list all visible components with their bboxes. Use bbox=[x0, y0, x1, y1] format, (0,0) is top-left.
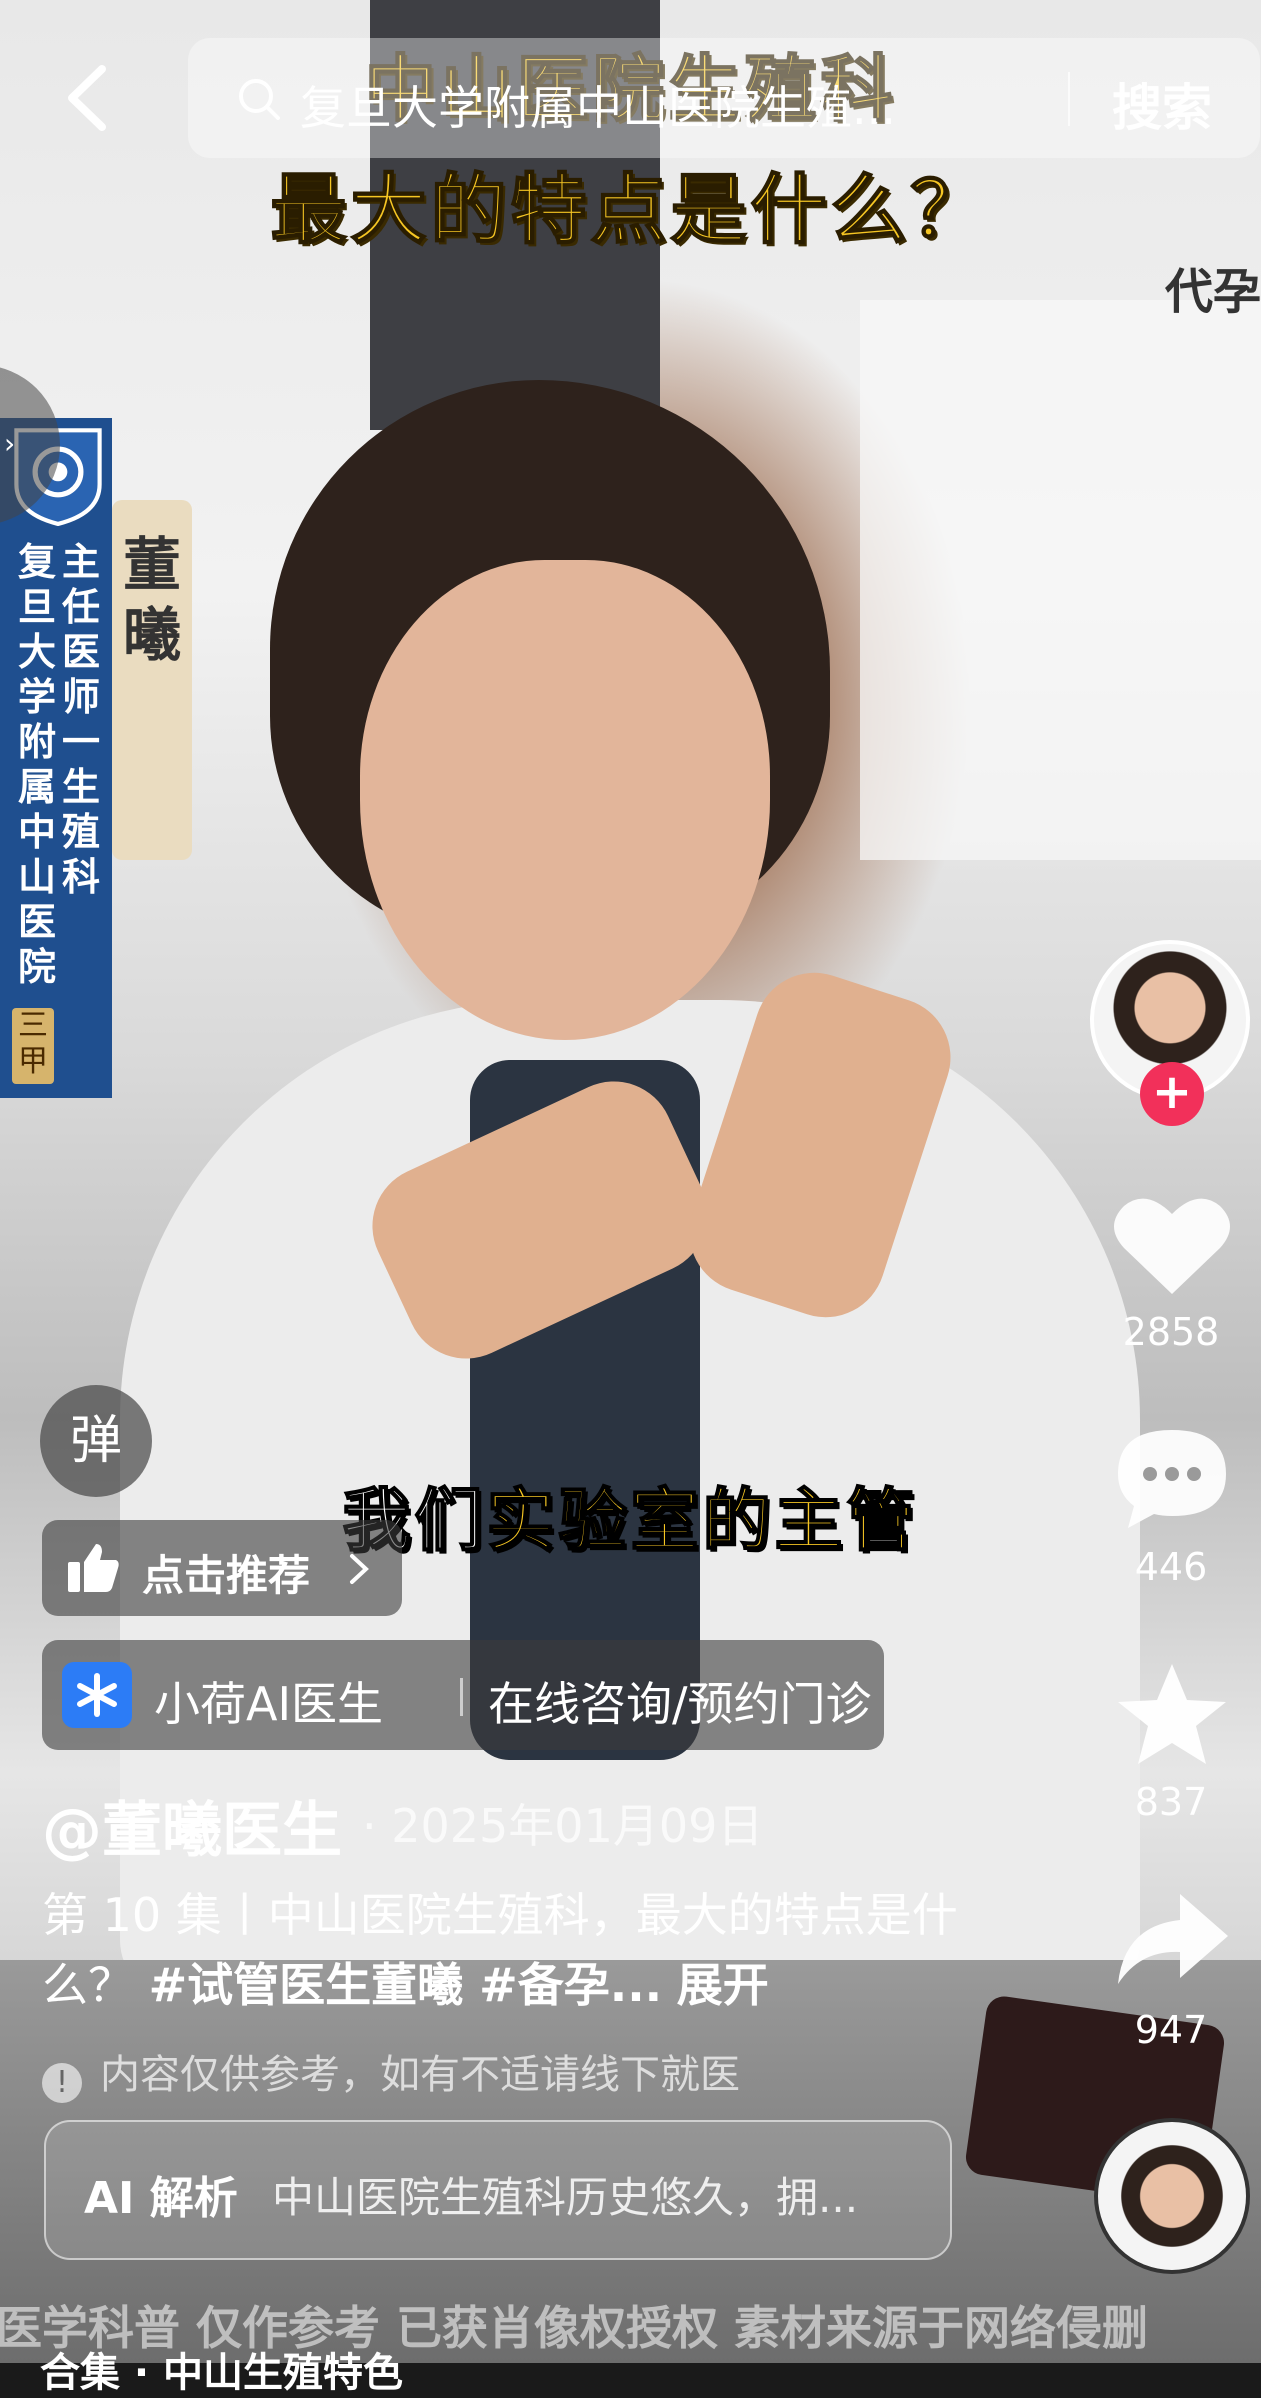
search-icon bbox=[239, 79, 280, 120]
chevron-right-icon bbox=[350, 1554, 369, 1584]
share-count: 947 bbox=[1134, 2008, 1208, 2052]
chevron-right-icon: › bbox=[4, 427, 16, 460]
recommend-label: 点击推荐 bbox=[142, 1551, 311, 1600]
disclaimer: ! 内容仅供参考，如有不适请线下就医 bbox=[42, 2042, 740, 2103]
recommend-button[interactable]: 点击推荐 bbox=[42, 1520, 402, 1616]
share-icon[interactable] bbox=[1110, 1886, 1234, 1996]
like-count: 2858 bbox=[1122, 1310, 1220, 1354]
ai-doctor-banner[interactable]: 小荷AI医生 在线咨询/预约门诊 bbox=[42, 1640, 884, 1750]
background-window bbox=[860, 300, 1261, 860]
heart-icon[interactable] bbox=[1110, 1190, 1234, 1300]
subtitle-yellow: 实验室的主管 bbox=[485, 1481, 919, 1562]
favorite-count: 837 bbox=[1134, 1780, 1208, 1824]
hospital-institution-text: 复旦大学附属中山医院 bbox=[17, 540, 56, 989]
ai-analysis-text: 中山医院生殖科历史悠久，拥... bbox=[272, 2173, 859, 2222]
search-divider bbox=[1068, 72, 1070, 126]
doctor-title-text: 主任医师一生殖科 bbox=[61, 540, 100, 899]
doctor-face bbox=[360, 560, 770, 1040]
video-description[interactable]: 第 10 集丨中山医院生殖科，最大的特点是什么？ #试管医生董曦 #备孕... … bbox=[42, 1880, 972, 2020]
author-name[interactable]: @董曦医生 bbox=[42, 1782, 342, 1869]
disclaimer-text: 内容仅供参考，如有不适请线下就医 bbox=[100, 2052, 740, 2098]
description-tags[interactable]: #试管医生董曦 #备孕... bbox=[149, 1958, 663, 2012]
search-input[interactable]: 复旦大学附属中山医院生殖... bbox=[300, 72, 896, 138]
video-title-line2: 最大的特点是什么？ bbox=[270, 164, 991, 255]
comment-icon[interactable] bbox=[1110, 1422, 1234, 1532]
music-disc[interactable] bbox=[1094, 2118, 1250, 2274]
star-icon[interactable] bbox=[1110, 1660, 1234, 1770]
ai-doctor-name: 小荷AI医生 bbox=[154, 1677, 384, 1731]
expand-button[interactable]: 展开 bbox=[677, 1958, 769, 2012]
back-arrow-icon[interactable] bbox=[58, 63, 118, 133]
thumbs-up-icon bbox=[68, 1544, 119, 1592]
search-button[interactable]: 搜索 bbox=[1112, 68, 1212, 140]
ai-analysis-panel[interactable]: AI 解析 中山医院生殖科历史悠久，拥... bbox=[44, 2120, 952, 2260]
doctor-name-text: 董曦 bbox=[122, 531, 181, 669]
ai-doctor-action[interactable]: 在线咨询/预约门诊 bbox=[488, 1668, 872, 1734]
danmu-toggle-button[interactable]: 弹 bbox=[40, 1385, 152, 1497]
ai-doctor-logo-icon bbox=[62, 1662, 132, 1728]
publish-date: · 2025年01月09日 bbox=[362, 1799, 764, 1853]
follow-plus-button[interactable]: + bbox=[1140, 1062, 1204, 1126]
comment-count: 446 bbox=[1134, 1545, 1208, 1589]
doctor-name-plate: 董曦 bbox=[112, 500, 192, 860]
ai-analysis-label: AI 解析 bbox=[84, 2173, 238, 2224]
top-bar: 复旦大学附属中山医院生殖... 搜索 bbox=[0, 38, 1261, 158]
ai-doctor-divider bbox=[460, 1678, 463, 1716]
side-tag: 代孕 bbox=[1164, 264, 1261, 320]
hospital-grade-badge: 三甲 bbox=[12, 1008, 54, 1084]
info-icon: ! bbox=[42, 2063, 82, 2103]
collection-bar[interactable]: 合集 · 中山生殖特色 bbox=[40, 2340, 403, 2398]
